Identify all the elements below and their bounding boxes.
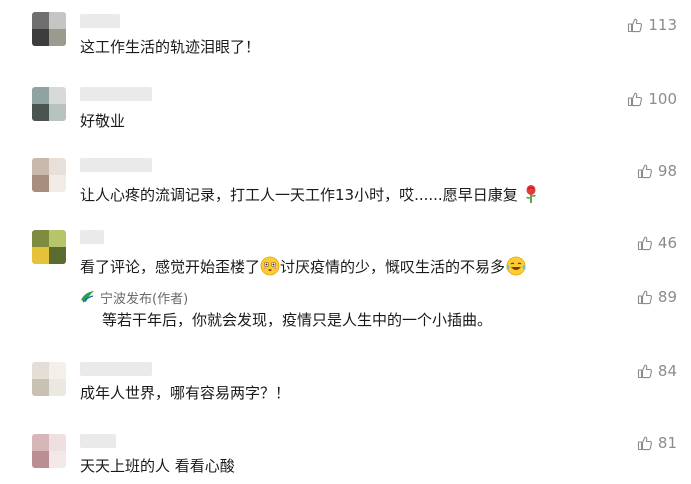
thumbs-up-icon [627, 91, 643, 107]
like-count: 84 [657, 362, 677, 380]
comment-text: 这工作生活的轨迹泪眼了！ [80, 38, 261, 56]
avatar-pixel [32, 158, 49, 175]
thumbs-up-icon [637, 289, 653, 305]
avatar-pixel [49, 451, 66, 468]
ningbo-logo-icon [80, 289, 95, 304]
avatar-pixel [32, 247, 49, 264]
thumbs-up-icon [637, 363, 653, 379]
nickname-blurred[interactable] [80, 14, 120, 28]
like-count: 100 [648, 90, 677, 108]
avatar-pixel [32, 104, 49, 121]
nickname-blurred[interactable] [80, 434, 116, 448]
comment-text-content: 让人心疼的流调记录，打工人一天工作13小时，哎......愿早日康复 [80, 186, 518, 204]
avatar[interactable] [32, 362, 66, 396]
avatar-pixel [49, 104, 66, 121]
avatar-pixel [32, 379, 49, 396]
comment-item: 成年人世界，哪有容易两字？！ 84 [0, 350, 691, 420]
tears-of-joy-emoji-icon [505, 256, 527, 281]
comment-text: 天天上班的人 看看心酸 [80, 457, 235, 475]
avatar-pixel [32, 434, 49, 451]
thumbs-up-icon [627, 17, 643, 33]
comment-item: 看了评论，感觉开始歪楼了 讨厌疫情的少，慨叹生活的不易多 46 宁波发布(作者)… [0, 218, 691, 348]
avatar-pixel [49, 434, 66, 451]
comment-text: 好敬业 [80, 112, 126, 130]
comment-text-part: 看了评论，感觉开始歪楼了 [80, 258, 261, 276]
like-button[interactable]: 98 [637, 162, 677, 180]
like-count: 46 [657, 234, 677, 252]
comment-item: 这工作生活的轨迹泪眼了！ 113 [0, 0, 691, 70]
avatar-pixel [32, 451, 49, 468]
like-button[interactable]: 113 [627, 16, 677, 34]
comment-item: 让人心疼的流调记录，打工人一天工作13小时，哎......愿早日康复 98 [0, 146, 691, 216]
like-button[interactable]: 46 [637, 234, 677, 252]
like-button[interactable]: 81 [637, 434, 677, 452]
thumbs-up-icon [637, 163, 653, 179]
avatar[interactable] [32, 158, 66, 192]
comment-text: 让人心疼的流调记录，打工人一天工作13小时，哎......愿早日康复 [80, 184, 540, 209]
like-count: 89 [657, 288, 677, 306]
avatar-pixel [49, 379, 66, 396]
thumbs-up-icon [637, 235, 653, 251]
reply-text: 等若干年后，你就会发现，疫情只是人生中的一个小插曲。 [102, 311, 493, 329]
avatar-pixel [49, 247, 66, 264]
avatar-pixel [32, 362, 49, 379]
avatar[interactable] [32, 230, 66, 264]
avatar-pixel [32, 230, 49, 247]
like-button[interactable]: 100 [627, 90, 677, 108]
like-count: 81 [657, 434, 677, 452]
avatar-pixel [49, 230, 66, 247]
like-button[interactable]: 89 [637, 288, 677, 306]
avatar-pixel [49, 175, 66, 192]
comment-item: 天天上班的人 看看心酸 81 [0, 422, 691, 484]
nickname-blurred[interactable] [80, 158, 152, 172]
like-count: 113 [648, 16, 677, 34]
avatar[interactable] [32, 87, 66, 121]
comment-text: 成年人世界，哪有容易两字？！ [80, 384, 291, 402]
comment-item: 好敬业 100 [0, 75, 691, 145]
nickname-blurred[interactable] [80, 362, 152, 376]
avatar[interactable] [32, 434, 66, 468]
reply-author-name[interactable]: 宁波发布(作者) [100, 288, 188, 307]
nickname-blurred[interactable] [80, 230, 104, 244]
avatar-pixel [49, 87, 66, 104]
avatar-pixel [32, 12, 49, 29]
flushed-face-emoji-icon [260, 256, 280, 281]
avatar-pixel [32, 29, 49, 46]
like-button[interactable]: 84 [637, 362, 677, 380]
nickname-blurred[interactable] [80, 87, 152, 101]
avatar-pixel [49, 158, 66, 175]
rose-emoji-icon [522, 184, 540, 209]
thumbs-up-icon [637, 435, 653, 451]
comment-text-part: 讨厌疫情的少，慨叹生活的不易多 [280, 258, 506, 276]
avatar-pixel [32, 175, 49, 192]
avatar-pixel [49, 12, 66, 29]
like-count: 98 [657, 162, 677, 180]
avatar-pixel [32, 87, 49, 104]
avatar-pixel [49, 362, 66, 379]
comment-text: 看了评论，感觉开始歪楼了 讨厌疫情的少，慨叹生活的不易多 [80, 256, 527, 281]
avatar[interactable] [32, 12, 66, 46]
avatar-pixel [49, 29, 66, 46]
